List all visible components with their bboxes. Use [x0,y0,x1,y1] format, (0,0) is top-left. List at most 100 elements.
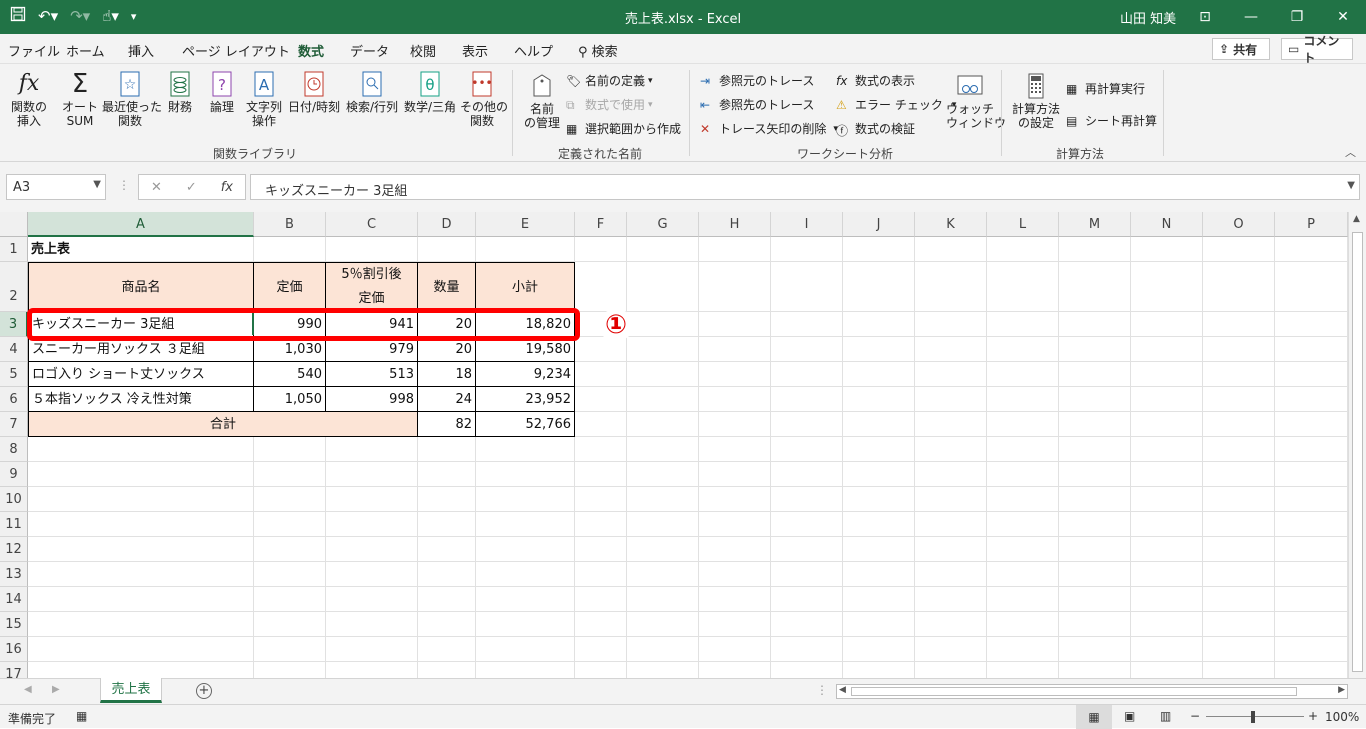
header-name[interactable]: 商品名 [28,262,254,312]
column-header[interactable]: A [28,212,254,237]
drag-handle-icon[interactable]: ⋮ [118,178,130,192]
row-header[interactable]: 5 [0,362,28,387]
create-from-selection-button[interactable]: ▦ 選択範囲から作成 [566,120,681,137]
horizontal-scroll-thumb[interactable] [851,687,1297,696]
select-all-corner[interactable] [0,212,28,237]
column-header[interactable]: E [476,212,575,237]
page-layout-view-icon[interactable]: ▣ [1124,709,1135,723]
save-icon[interactable] [10,6,26,26]
zoom-slider-thumb[interactable] [1251,711,1255,723]
row-header[interactable]: 17 [0,662,28,678]
restore-icon[interactable]: ❐ [1274,0,1320,34]
add-sheet-icon[interactable]: + [196,683,212,699]
column-header[interactable]: N [1131,212,1203,237]
column-header[interactable]: B [254,212,326,237]
column-header[interactable]: P [1275,212,1348,237]
touch-mode-icon[interactable]: ☝▾ [102,7,119,25]
tab-search[interactable]: ⚲ 検索 [578,41,618,60]
row-header[interactable]: 16 [0,637,28,662]
lookup-button[interactable]: 検索/行列 [344,70,400,114]
collapse-ribbon-icon[interactable]: ︿ [1345,144,1356,160]
error-checking-button[interactable]: ⚠ エラー チェック ▾ [836,96,956,113]
customize-qat-icon[interactable]: ▾ [131,10,137,23]
text-functions-button[interactable]: A 文字列 操作 [244,70,284,128]
column-header[interactable]: G [627,212,699,237]
item-price-cell[interactable]: 540 [253,361,326,387]
formula-input[interactable]: キッズスニーカー 3足組 ▼ [250,174,1360,200]
share-button[interactable]: ⇪ 共有 [1212,38,1270,60]
page-break-view-icon[interactable]: ▥ [1160,709,1171,723]
normal-view-icon[interactable]: ▦ [1076,705,1112,729]
zoom-in-icon[interactable]: + [1308,709,1318,723]
logical-button[interactable]: ? 論理 [204,70,240,114]
tab-data[interactable]: データ [350,41,389,60]
watch-window-button[interactable]: ウォッチ ウィンドウ [946,72,1006,130]
row-header[interactable]: 8 [0,437,28,462]
row-header[interactable]: 9 [0,462,28,487]
item-name-cell[interactable]: ５本指ソックス 冷え性対策 [28,386,254,412]
math-trig-button[interactable]: θ 数学/三角 [402,70,458,114]
header-qty[interactable]: 数量 [417,262,476,312]
item-price-cell[interactable]: 1,050 [253,386,326,412]
name-box[interactable]: A3 ▼ [6,174,106,200]
row-header[interactable]: 4 [0,337,28,362]
vertical-scroll-thumb[interactable] [1352,232,1363,672]
column-header[interactable]: H [699,212,771,237]
total-label-cell[interactable]: 合計 [28,411,418,437]
row-header[interactable]: 11 [0,512,28,537]
tab-formulas[interactable]: 数式 [298,41,325,68]
row-header[interactable]: 13 [0,562,28,587]
item-subtotal-cell[interactable]: 23,952 [475,386,575,412]
column-header[interactable]: J [843,212,915,237]
trace-dependents-button[interactable]: ⇤ 参照先のトレース [700,96,814,113]
column-header[interactable]: I [771,212,843,237]
prev-sheet-icon[interactable]: ◀ [24,684,32,695]
row-header[interactable]: 7 [0,412,28,437]
next-sheet-icon[interactable]: ▶ [52,684,60,695]
redo-icon[interactable]: ↷▾ [70,7,90,25]
user-name[interactable]: 山田 知美 [1120,8,1176,27]
header-price[interactable]: 定価 [253,262,326,312]
name-manager-button[interactable]: 名前 の管理 [520,72,564,130]
column-header[interactable]: K [915,212,987,237]
item-name-cell[interactable]: ロゴ入り ショート丈ソックス [28,361,254,387]
item-subtotal-cell[interactable]: 9,234 [475,361,575,387]
tab-file[interactable]: ファイル [8,41,60,60]
define-name-button[interactable]: 🏷 名前の定義 ▾ [566,72,653,89]
macro-record-icon[interactable]: ▦ [76,709,87,723]
close-icon[interactable]: ✕ [1320,0,1366,34]
remove-arrows-button[interactable]: ✕ トレース矢印の削除 ▾ [700,120,838,137]
item-discount-cell[interactable]: 998 [325,386,418,412]
check-icon[interactable]: ✓ [186,180,197,195]
tab-help[interactable]: ヘルプ [514,41,553,60]
tab-view[interactable]: 表示 [462,41,488,60]
tab-review[interactable]: 校閲 [410,41,436,60]
more-functions-button[interactable]: ••• その他の 関数 [460,70,508,128]
row-header[interactable]: 6 [0,387,28,412]
calculation-options-button[interactable]: 計算方法 の設定 [1008,72,1064,130]
item-qty-cell[interactable]: 24 [417,386,476,412]
autosum-button[interactable]: Σ オート SUM [58,70,102,128]
evaluate-formula-button[interactable]: ⓕ 数式の検証 [836,120,915,138]
row-header[interactable]: 14 [0,587,28,612]
tab-home[interactable]: ホーム [66,41,105,60]
show-formulas-button[interactable]: fx 数式の表示 [836,72,915,89]
sheet-title-cell[interactable]: 売上表 [28,237,254,263]
column-header[interactable]: O [1203,212,1275,237]
worksheet-grid[interactable]: A B C D E F G H I J K L M N O P 1 2 3 4 5 6 7 8 9 10 11 12 13 14 15 16 1… [0,212,1348,678]
financial-button[interactable]: 財務 [162,70,198,114]
row-header[interactable]: 10 [0,487,28,512]
calculate-sheet-button[interactable]: ▤ シート再計算 [1066,112,1157,129]
zoom-slider[interactable] [1206,716,1304,717]
expand-formula-icon[interactable]: ▼ [1347,180,1355,191]
row-header[interactable]: 15 [0,612,28,637]
undo-icon[interactable]: ↶▾ [38,7,58,25]
header-discount[interactable]: 5％割引後 定価 [325,262,418,312]
item-qty-cell[interactable]: 18 [417,361,476,387]
comments-button[interactable]: ▭ コメント [1281,34,1353,65]
horizontal-scrollbar[interactable]: ◀ ▶ [836,684,1348,699]
tab-page-layout[interactable]: ページ レイアウト [182,41,290,60]
recently-used-button[interactable]: ☆ 最近使った 関数 [102,70,162,128]
row-header[interactable]: 2 [0,262,28,312]
tab-split-handle-icon[interactable]: ⋮ [816,683,828,697]
